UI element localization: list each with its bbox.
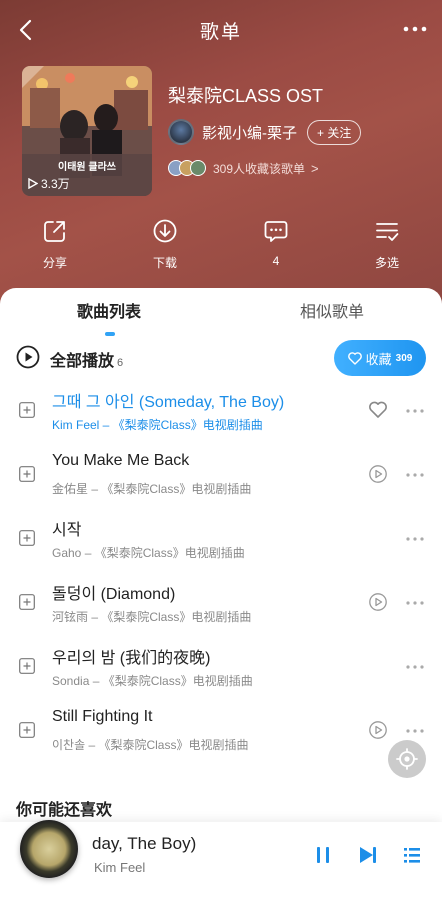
more-options-icon[interactable] (405, 472, 425, 478)
song-subtitle: 金佑星 – 《梨泰院Class》电视剧插曲 (52, 482, 252, 496)
share-button[interactable]: 分享 (25, 218, 85, 271)
tab-similar[interactable]: 相似歌单 (300, 298, 364, 322)
player-disc-artwork[interactable] (20, 820, 78, 878)
comments-count: 4 (272, 254, 280, 268)
back-icon[interactable] (14, 16, 38, 44)
more-options-icon[interactable] (405, 664, 425, 670)
creator-name[interactable]: 影视小编-栗子 (202, 122, 297, 143)
song-row[interactable]: 시작 Gaho – 《梨泰院Class》电视剧插曲 (0, 512, 442, 576)
collect-label: 收藏 (365, 351, 392, 367)
follow-button[interactable]: + 关注 (307, 119, 362, 145)
collectors-row[interactable]: 309人收藏该歌单 > (168, 158, 319, 178)
add-to-queue-icon[interactable] (19, 530, 35, 546)
playlist-cover[interactable]: 이태원 클라쓰 3.3万 (22, 66, 152, 196)
song-title: 시작 (52, 522, 82, 539)
mini-player[interactable]: day, The Boy) Kim Feel (0, 820, 442, 900)
add-to-queue-icon[interactable] (19, 466, 35, 482)
play-count-icon (28, 178, 38, 189)
song-title: Still Fighting It (52, 708, 153, 725)
page-title: 歌单 (199, 21, 242, 43)
comment-icon (264, 221, 288, 242)
cover-label: 이태원 클라쓰 (58, 162, 116, 173)
song-subtitle: 이찬솔 – 《梨泰院Class》电视剧插曲 (52, 738, 249, 752)
collect-button[interactable]: 收藏 309 (334, 340, 426, 376)
creator-avatar[interactable] (168, 119, 194, 145)
add-to-queue-icon[interactable] (19, 594, 35, 610)
more-options-icon[interactable] (405, 600, 425, 606)
chevron-right-icon: > (311, 160, 319, 176)
collectors-text: 309人收藏该歌单 (213, 161, 306, 176)
song-subtitle: Kim Feel – 《梨泰院Class》电视剧插曲 (52, 418, 263, 432)
heart-icon (347, 351, 362, 365)
playlist-title: 梨泰院CLASS OST (168, 86, 324, 106)
locate-button[interactable] (388, 740, 426, 778)
song-row[interactable]: 돌덩이 (Diamond) 河铉雨 – 《梨泰院Class》电视剧插曲 (0, 576, 442, 640)
more-options-icon[interactable] (405, 536, 425, 542)
creator-row: 影视小编-栗子 + 关注 (168, 118, 362, 146)
playlist-queue-icon[interactable] (402, 844, 422, 866)
tab-bar: 歌曲列表 相似歌单 (0, 298, 442, 338)
player-song-title: day, The Boy) (92, 834, 197, 853)
player-artist: Kim Feel (94, 860, 146, 875)
song-subtitle: Gaho – 《梨泰院Class》电视剧插曲 (52, 546, 245, 560)
download-label: 下载 (152, 256, 177, 270)
song-subtitle: Sondia – 《梨泰院Class》电视剧插曲 (52, 674, 253, 688)
play-count: 3.3万 (28, 175, 70, 192)
top-bar: 歌单 (0, 0, 442, 60)
pause-icon[interactable] (313, 844, 333, 866)
next-track-icon[interactable] (357, 844, 379, 866)
song-row[interactable]: You Make Me Back 金佑星 – 《梨泰院Class》电视剧插曲 (0, 448, 442, 512)
comments-button[interactable]: 4 (246, 218, 306, 268)
song-title: You Make Me Back (52, 452, 190, 469)
heart-outline-icon[interactable] (368, 400, 388, 420)
mv-play-icon[interactable] (368, 464, 388, 484)
song-list-sheet: 歌曲列表 相似歌单 全部播放 6 收藏 309 그때 그 아인 (Someday,… (0, 288, 442, 828)
play-circle-icon[interactable] (16, 345, 40, 369)
mv-play-icon[interactable] (368, 592, 388, 612)
tab-songs[interactable]: 歌曲列表 (77, 298, 141, 322)
song-title: 우리의 밤 (我们的夜晚) (52, 650, 211, 667)
collect-count: 309 (395, 352, 413, 364)
song-row[interactable]: 그때 그 아인 (Someday, The Boy) Kim Feel – 《梨泰… (0, 384, 442, 448)
collector-avatar (190, 160, 206, 176)
more-icon[interactable] (402, 18, 428, 40)
multi-select-button[interactable]: 多选 (357, 218, 417, 271)
tab-indicator (105, 332, 115, 336)
song-title: 돌덩이 (Diamond) (52, 586, 176, 603)
add-to-queue-icon[interactable] (19, 658, 35, 674)
download-button[interactable]: 下载 (135, 218, 195, 271)
add-to-queue-icon[interactable] (19, 402, 35, 418)
share-icon (44, 221, 65, 242)
play-all-row: 全部播放 6 收藏 309 (0, 340, 442, 376)
add-to-queue-icon[interactable] (19, 722, 35, 738)
mv-play-icon[interactable] (368, 720, 388, 740)
multi-select-label: 多选 (374, 256, 399, 270)
song-title: 그때 그 아인 (Someday, The Boy) (52, 394, 285, 411)
more-options-icon[interactable] (405, 408, 425, 414)
multi-select-icon (376, 223, 399, 241)
download-icon (153, 219, 177, 243)
play-all-count: 6 (117, 357, 124, 369)
play-count-value: 3.3万 (41, 177, 70, 191)
more-options-icon[interactable] (405, 728, 425, 734)
action-bar: 分享 下载 4 多选 (0, 218, 442, 278)
play-all-button[interactable]: 全部播放 6 (50, 347, 123, 371)
song-row[interactable]: Still Fighting It 이찬솔 – 《梨泰院Class》电视剧插曲 (0, 704, 442, 768)
song-row[interactable]: 우리의 밤 (我们的夜晚) Sondia – 《梨泰院Class》电视剧插曲 (0, 640, 442, 704)
song-subtitle: 河铉雨 – 《梨泰院Class》电视剧插曲 (52, 610, 252, 624)
locate-icon (396, 748, 418, 770)
recommend-heading: 你可能还喜欢 (16, 802, 113, 819)
share-label: 分享 (42, 256, 67, 270)
play-all-label: 全部播放 (50, 353, 115, 370)
